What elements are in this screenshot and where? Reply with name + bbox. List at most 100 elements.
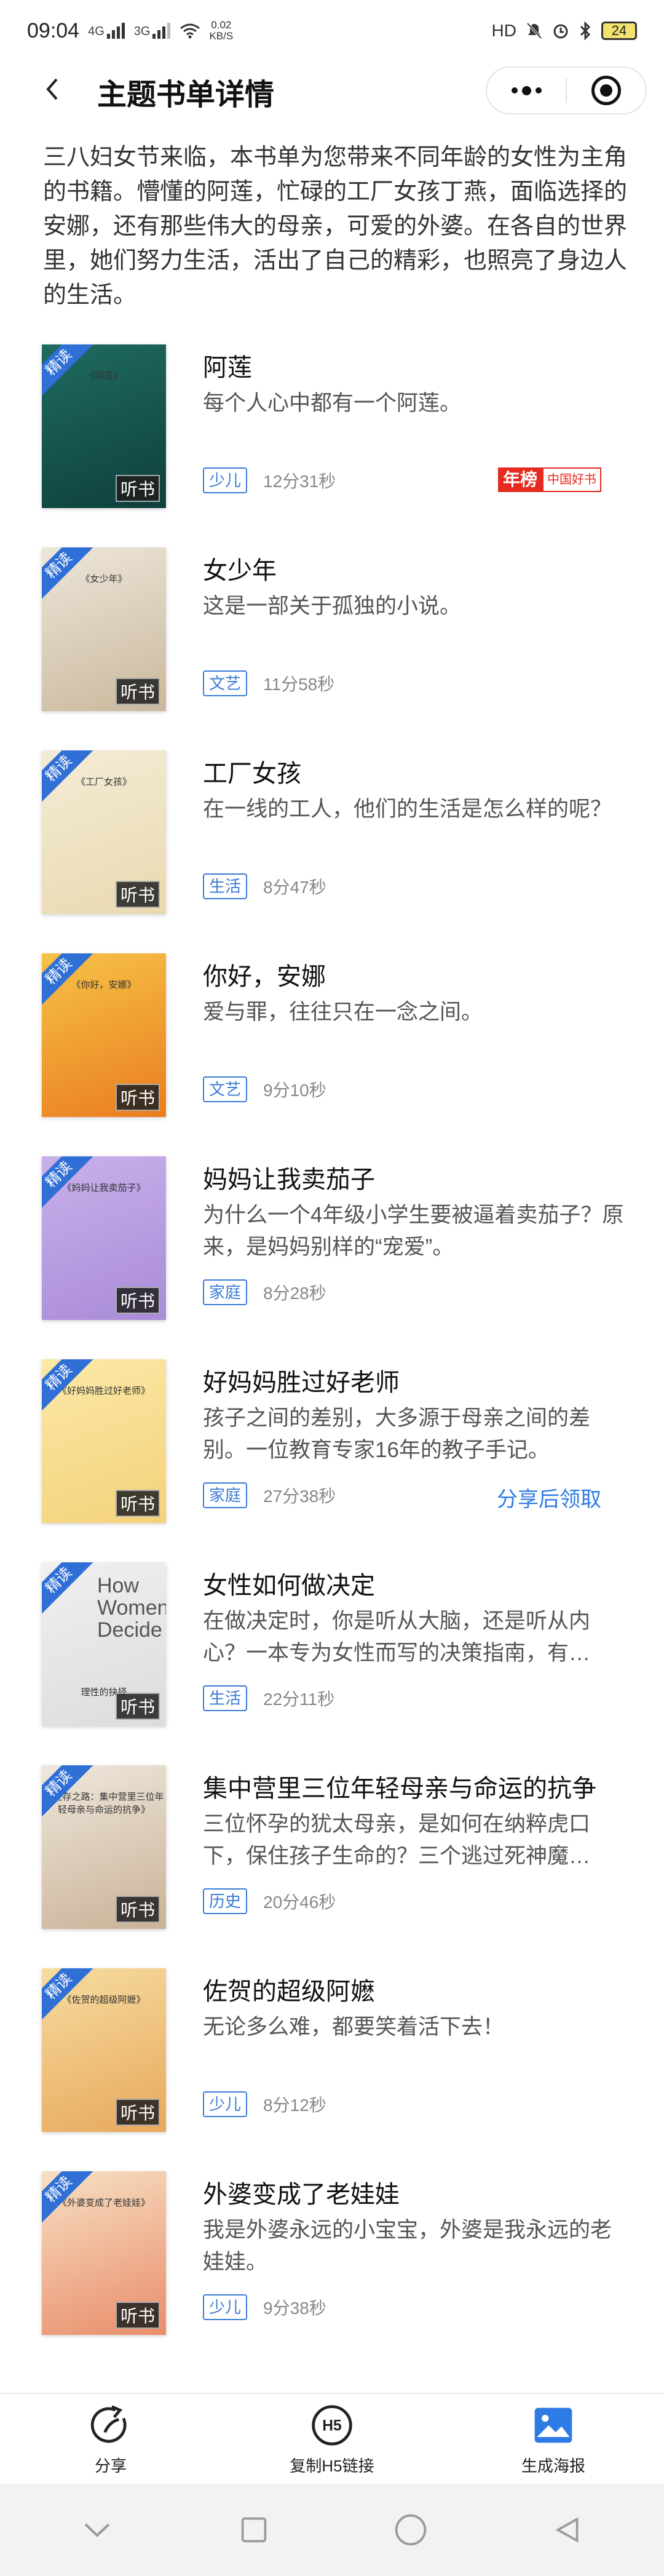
close-program-button[interactable] (567, 68, 646, 113)
tingshu-badge[interactable]: 听书 (116, 1287, 160, 1314)
book-title[interactable]: 妈妈让我卖茄子 (203, 1164, 627, 1196)
hd-indicator: HD (491, 21, 516, 40)
book-title[interactable]: 好妈妈胜过好老师 (203, 1367, 627, 1399)
collapse-button[interactable] (73, 2505, 122, 2554)
poster-button[interactable]: 生成海报 (443, 2394, 664, 2484)
book-meta: 家庭 27分38秒 (203, 1482, 336, 1508)
status-left: 09:04 4G 3G 0.02 KB/S (27, 19, 233, 43)
book-meta: 文艺 11分58秒 (203, 670, 334, 696)
tingshu-badge[interactable]: 听书 (116, 1084, 160, 1111)
tingshu-badge[interactable]: 听书 (116, 678, 160, 705)
book-info: 佐贺的超级阿嬷无论多么难，都要笑着活下去！ (203, 1976, 627, 2043)
category-tag: 少儿 (203, 2294, 248, 2320)
duration-label: 22分11秒 (263, 1690, 335, 1709)
book-description: 这是一部关于孤独的小说。 (203, 594, 462, 618)
book-cover[interactable]: 《妈妈让我卖茄子》 精读 听书 (42, 1156, 166, 1320)
share-label: 分享 (94, 2456, 127, 2475)
book-title[interactable]: 阿莲 (203, 352, 627, 384)
book-info: 好妈妈胜过好老师 孩子之间的差别，大多源于母亲之间的差别。一位教育专家16年的教子… (203, 1367, 627, 1466)
signal-4g-icon: 4G (88, 23, 125, 39)
system-nav-bar (0, 2484, 664, 2576)
share-icon (87, 2402, 134, 2449)
duration-label: 9分38秒 (263, 2299, 326, 2318)
duration-label: 27分38秒 (263, 1487, 336, 1506)
book-item[interactable]: 《你好，安娜》 精读 听书 你好，安娜 爱与罪，往往只在一念之间。 文艺 9分10秒 (0, 953, 664, 1156)
tingshu-badge[interactable]: 听书 (116, 2302, 160, 2329)
book-item[interactable]: 《佐贺的超级阿嬷》 精读 听书 佐贺的超级阿嬷 无论多么难，都要笑着活下去！ 少儿 8分12… (0, 1968, 664, 2171)
book-item[interactable]: 《女少年》 精读 听书 女少年这是一部关于孤独的小说。 文艺 11分58秒 (0, 547, 664, 750)
book-cover[interactable]: 《工厂女孩》 精读 听书 (42, 750, 166, 914)
book-cover[interactable]: 《你好，安娜》 精读 听书 (42, 953, 166, 1117)
tingshu-badge[interactable]: 听书 (116, 2099, 160, 2126)
page-title: 主题书单详情 (97, 79, 275, 111)
book-item[interactable]: 《好妈妈胜过好老师》 精读 听书 好妈妈胜过好老师 孩子之间的差别，大多源于母亲之间的差… (0, 1359, 664, 1562)
book-cover[interactable]: 《女少年》 精读 听书 (42, 547, 166, 711)
duration-label: 12分31秒 (263, 472, 336, 491)
book-title[interactable]: 你好，安娜 (203, 961, 627, 993)
triangle-back-icon (555, 2517, 578, 2543)
book-cover[interactable]: 《佐贺的超级阿嬷》 精读 听书 (42, 1968, 166, 2132)
recent-apps-button[interactable] (229, 2505, 279, 2554)
book-title[interactable]: 外婆变成了老娃娃 (203, 2179, 627, 2211)
duration-label: 9分10秒 (263, 1081, 326, 1100)
more-icon (511, 85, 542, 95)
book-info: 外婆变成了老娃娃我是外婆永远的小宝宝，外婆是我永远的老娃娃。 (203, 2179, 627, 2278)
copy-h5-button[interactable]: H5 复制H5链接 (221, 2394, 443, 2484)
book-meta: 生活 8分47秒 (203, 873, 326, 899)
system-back-button[interactable] (543, 2505, 592, 2554)
book-cover[interactable]: 《生存之路：集中营里三位年轻母亲与命运的抗争》 精读 听书 (42, 1765, 166, 1929)
book-info: 工厂女孩在一线的工人，他们的生活是怎么样的呢？ (203, 758, 627, 825)
rank-badge: 年榜 中国好书 (497, 467, 601, 492)
book-item[interactable]: 《外婆变成了老娃娃》 精读 听书 外婆变成了老娃娃 我是外婆永远的小宝宝，外婆是我永远的… (0, 2171, 664, 2374)
tingshu-badge[interactable]: 听书 (116, 881, 160, 908)
home-button[interactable] (386, 2505, 435, 2554)
back-button[interactable] (37, 74, 68, 105)
share-to-claim-link[interactable]: 分享后领取 (497, 1482, 601, 1513)
clock: 09:04 (27, 18, 80, 42)
category-tag: 少儿 (203, 467, 248, 493)
book-title[interactable]: 集中营里三位年轻母亲与命运的抗争 (203, 1773, 627, 1805)
cover-english-title: How Women Decide (97, 1574, 166, 1642)
jingdu-ribbon: 精读 (42, 1562, 98, 1620)
tingshu-badge[interactable]: 听书 (116, 1896, 160, 1923)
book-title[interactable]: 佐贺的超级阿嬷 (203, 1976, 627, 2008)
book-description: 无论多么难，都要笑着活下去！ (203, 2015, 505, 2039)
status-bar: 09:04 4G 3G 0.02 KB/S HD 24 (0, 0, 664, 62)
book-item[interactable]: 《生存之路：集中营里三位年轻母亲与命运的抗争》 精读 听书 集中营里三位年轻母亲与命运… (0, 1765, 664, 1968)
book-info: 女性如何做决定 在做决定时，你是听从大脑，还是听从内心？一本专为女性而写的决策指南… (203, 1570, 627, 1669)
nav-bar: 主题书单详情 (0, 62, 664, 117)
svg-text:H5: H5 (322, 2417, 342, 2434)
book-title[interactable]: 女少年 (203, 555, 627, 587)
book-title[interactable]: 工厂女孩 (203, 758, 627, 790)
more-button[interactable] (487, 68, 566, 113)
bottom-toolbar: 分享 H5 复制H5链接 生成海报 (0, 2393, 664, 2484)
book-item[interactable]: 理性的抉择 How Women Decide 精读 听书 女性如何做决定 在做决定时，你是… (0, 1562, 664, 1765)
book-meta: 少儿 12分31秒 (203, 467, 336, 493)
battery-icon: 24 (601, 22, 637, 40)
category-tag: 少儿 (203, 2091, 248, 2117)
book-cover[interactable]: 《好妈妈胜过好老师》 精读 听书 (42, 1359, 166, 1523)
copy-h5-label: 复制H5链接 (290, 2456, 374, 2475)
book-item[interactable]: 《阿莲》 精读 听书 阿莲 每个人心中都有一个阿莲。 少儿 12分31秒 年榜 中国好书 (0, 344, 664, 547)
tingshu-badge[interactable]: 听书 (116, 1490, 160, 1517)
category-tag: 历史 (203, 1888, 248, 1914)
mute-icon (526, 22, 542, 39)
tingshu-badge[interactable]: 听书 (116, 1693, 160, 1720)
tingshu-badge[interactable]: 听书 (116, 475, 160, 502)
intro-text: 三八妇女节来临，本书单为您带来不同年龄的女性为主角的书籍。懵懂的阿莲，忙碌的工厂… (43, 145, 628, 308)
book-title[interactable]: 女性如何做决定 (203, 1570, 627, 1602)
h5-icon: H5 (309, 2402, 355, 2449)
book-description: 我是外婆永远的小宝宝，外婆是我永远的老娃娃。 (203, 2218, 612, 2274)
book-cover[interactable]: 《外婆变成了老娃娃》 精读 听书 (42, 2171, 166, 2335)
duration-label: 8分28秒 (263, 1284, 326, 1303)
book-description: 爱与罪，往往只在一念之间。 (203, 1000, 483, 1024)
square-icon (241, 2517, 266, 2543)
book-cover[interactable]: 《阿莲》 精读 听书 (42, 344, 166, 508)
book-cover[interactable]: 理性的抉择 How Women Decide 精读 听书 (42, 1562, 166, 1726)
status-right: HD 24 (492, 21, 637, 41)
book-meta: 家庭 8分28秒 (203, 1279, 326, 1305)
book-item[interactable]: 《工厂女孩》 精读 听书 工厂女孩 在一线的工人，他们的生活是怎么样的呢？ 生活 8分47秒 (0, 750, 664, 953)
book-description: 在一线的工人，他们的生活是怎么样的呢？ (203, 797, 612, 821)
book-item[interactable]: 《妈妈让我卖茄子》 精读 听书 妈妈让我卖茄子 为什么一个4年级小学生要被逼着卖茄子？原… (0, 1156, 664, 1359)
share-button[interactable]: 分享 (0, 2394, 221, 2484)
